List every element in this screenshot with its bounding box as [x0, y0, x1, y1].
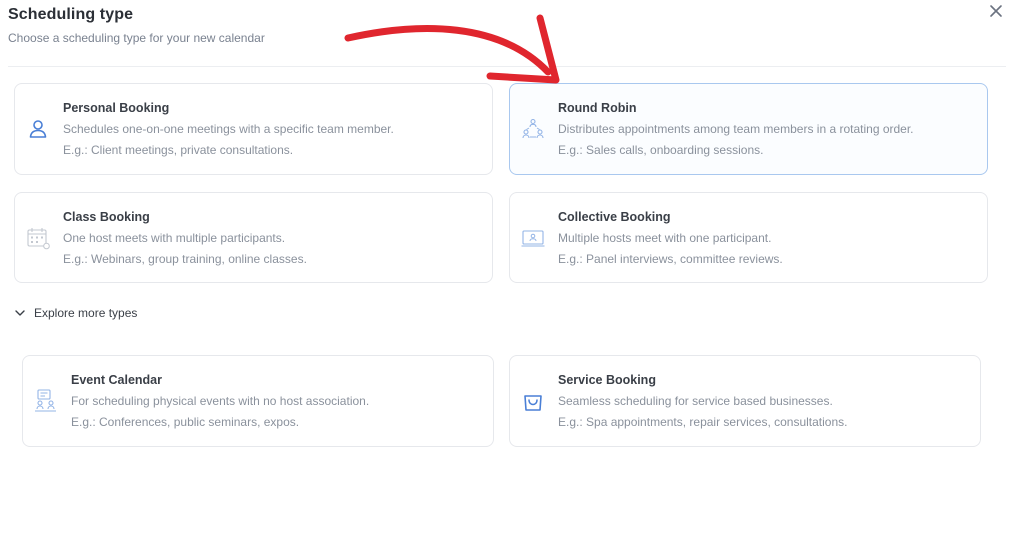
card-example: E.g.: Client meetings, private consultat… [63, 143, 294, 157]
calendar-grid-icon [27, 228, 50, 250]
event-audience-icon [35, 389, 56, 412]
personal-booking-card[interactable]: Personal Booking Schedules one-on-one me… [14, 83, 493, 175]
card-description: Multiple hosts meet with one participant… [558, 231, 772, 245]
round-robin-card[interactable]: Round Robin Distributes appointments amo… [509, 83, 988, 175]
round-robin-icon [522, 118, 544, 139]
card-description: For scheduling physical events with no h… [71, 394, 370, 408]
collective-booking-card[interactable]: Collective Booking Multiple hosts meet w… [509, 192, 988, 283]
shopping-bag-icon [524, 395, 542, 411]
close-button[interactable] [986, 1, 1006, 21]
explore-more-types-toggle[interactable]: Explore more types [14, 306, 137, 320]
card-title: Event Calendar [71, 373, 163, 387]
header-divider [8, 66, 1006, 67]
card-title: Round Robin [558, 101, 637, 115]
card-example: E.g.: Conferences, public seminars, expo… [71, 415, 300, 429]
card-title: Service Booking [558, 373, 656, 387]
explore-more-types-label: Explore more types [34, 306, 138, 320]
person-icon [29, 120, 47, 138]
card-description: Seamless scheduling for service based bu… [558, 394, 833, 408]
close-icon [990, 5, 1002, 17]
dialog-subtitle: Choose a scheduling type for your new ca… [8, 31, 265, 45]
card-description: One host meets with multiple participant… [63, 231, 286, 245]
card-example: E.g.: Webinars, group training, online c… [63, 252, 307, 266]
card-title: Class Booking [63, 210, 150, 224]
chevron-down-icon [15, 310, 25, 316]
card-description: Schedules one-on-one meetings with a spe… [63, 122, 394, 136]
dialog-header: Scheduling type Choose a scheduling type… [8, 6, 265, 45]
card-example: E.g.: Sales calls, onboarding sessions. [558, 143, 764, 157]
card-title: Collective Booking [558, 210, 671, 224]
card-example: E.g.: Panel interviews, committee review… [558, 252, 783, 266]
event-calendar-card[interactable]: Event Calendar For scheduling physical e… [22, 355, 494, 447]
card-example: E.g.: Spa appointments, repair services,… [558, 415, 848, 429]
card-description: Distributes appointments among team memb… [558, 122, 914, 136]
class-booking-card[interactable]: Class Booking One host meets with multip… [14, 192, 493, 283]
dialog-title: Scheduling type [8, 6, 134, 23]
service-booking-card[interactable]: Service Booking Seamless scheduling for … [509, 355, 981, 447]
presentation-screen-icon [521, 230, 545, 247]
card-title: Personal Booking [63, 101, 170, 115]
